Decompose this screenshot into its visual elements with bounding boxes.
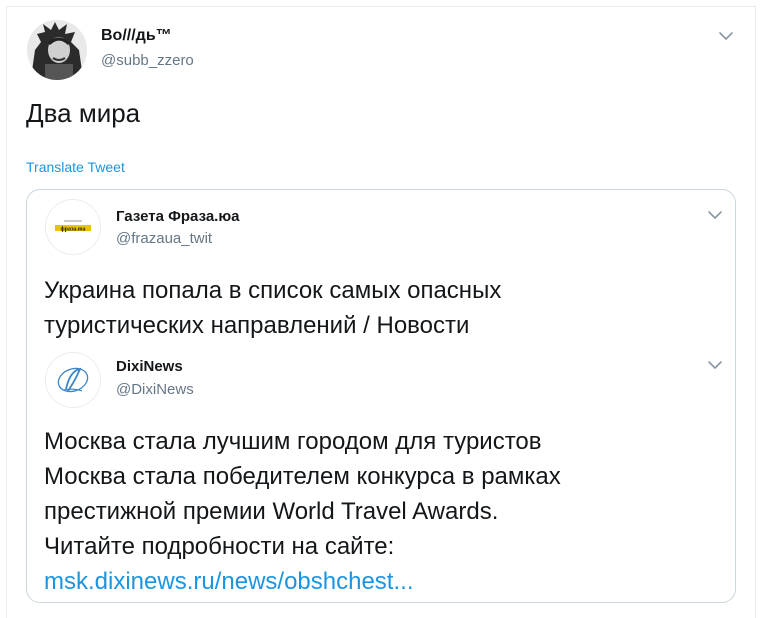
nested-text-line: престижной премии World Travel Awards. [44,498,499,525]
dixinews-logo-icon [46,353,100,407]
quoted-tweet-text: Украина попала в список самых опасных ту… [44,273,501,343]
nested-author-handle[interactable]: @DixiNews [116,381,194,398]
quoted-text-line: туристических направлений / Новости [44,312,470,339]
translate-tweet-link[interactable]: Translate Tweet [26,159,125,175]
quoted-text-line: Украина попала в список самых опасных [44,277,502,304]
nested-author-name[interactable]: DixiNews [116,358,183,375]
nested-tweet-link[interactable]: msk.dixinews.ru/news/obshchest... [44,564,561,599]
nested-author-avatar[interactable] [45,352,101,408]
quoted-author-name[interactable]: Газета Фраза.юа [116,208,240,225]
tweet-text: Два мира [26,98,141,128]
frazaua-logo-text: фраза.юа [61,226,86,233]
chevron-down-icon [708,211,722,219]
tweet-menu-button[interactable] [718,28,734,49]
chevron-down-icon [719,32,733,40]
author-name[interactable]: Во///дь™ [101,27,172,45]
nested-tweet-menu-button[interactable] [707,357,723,378]
author-handle[interactable]: @subb_zzero [101,52,194,69]
nested-text-line: Москва стала победителем конкурса в рамк… [44,463,561,490]
author-avatar[interactable] [27,20,87,80]
portrait-avatar-icon [27,20,87,80]
quoted-author-handle[interactable]: @frazaua_twit [116,230,212,247]
nested-text-line: Москва стала лучшим городом для туристов [44,428,542,455]
quoted-tweet-menu-button[interactable] [707,207,723,228]
frazaua-logo-icon: фраза.юа [46,200,100,254]
nested-tweet-text: Москва стала лучшим городом для туристов… [44,424,561,599]
chevron-down-icon [708,361,722,369]
quoted-author-avatar[interactable]: фраза.юа [45,199,101,255]
nested-text-line: Читайте подробности на сайте: [44,533,395,560]
